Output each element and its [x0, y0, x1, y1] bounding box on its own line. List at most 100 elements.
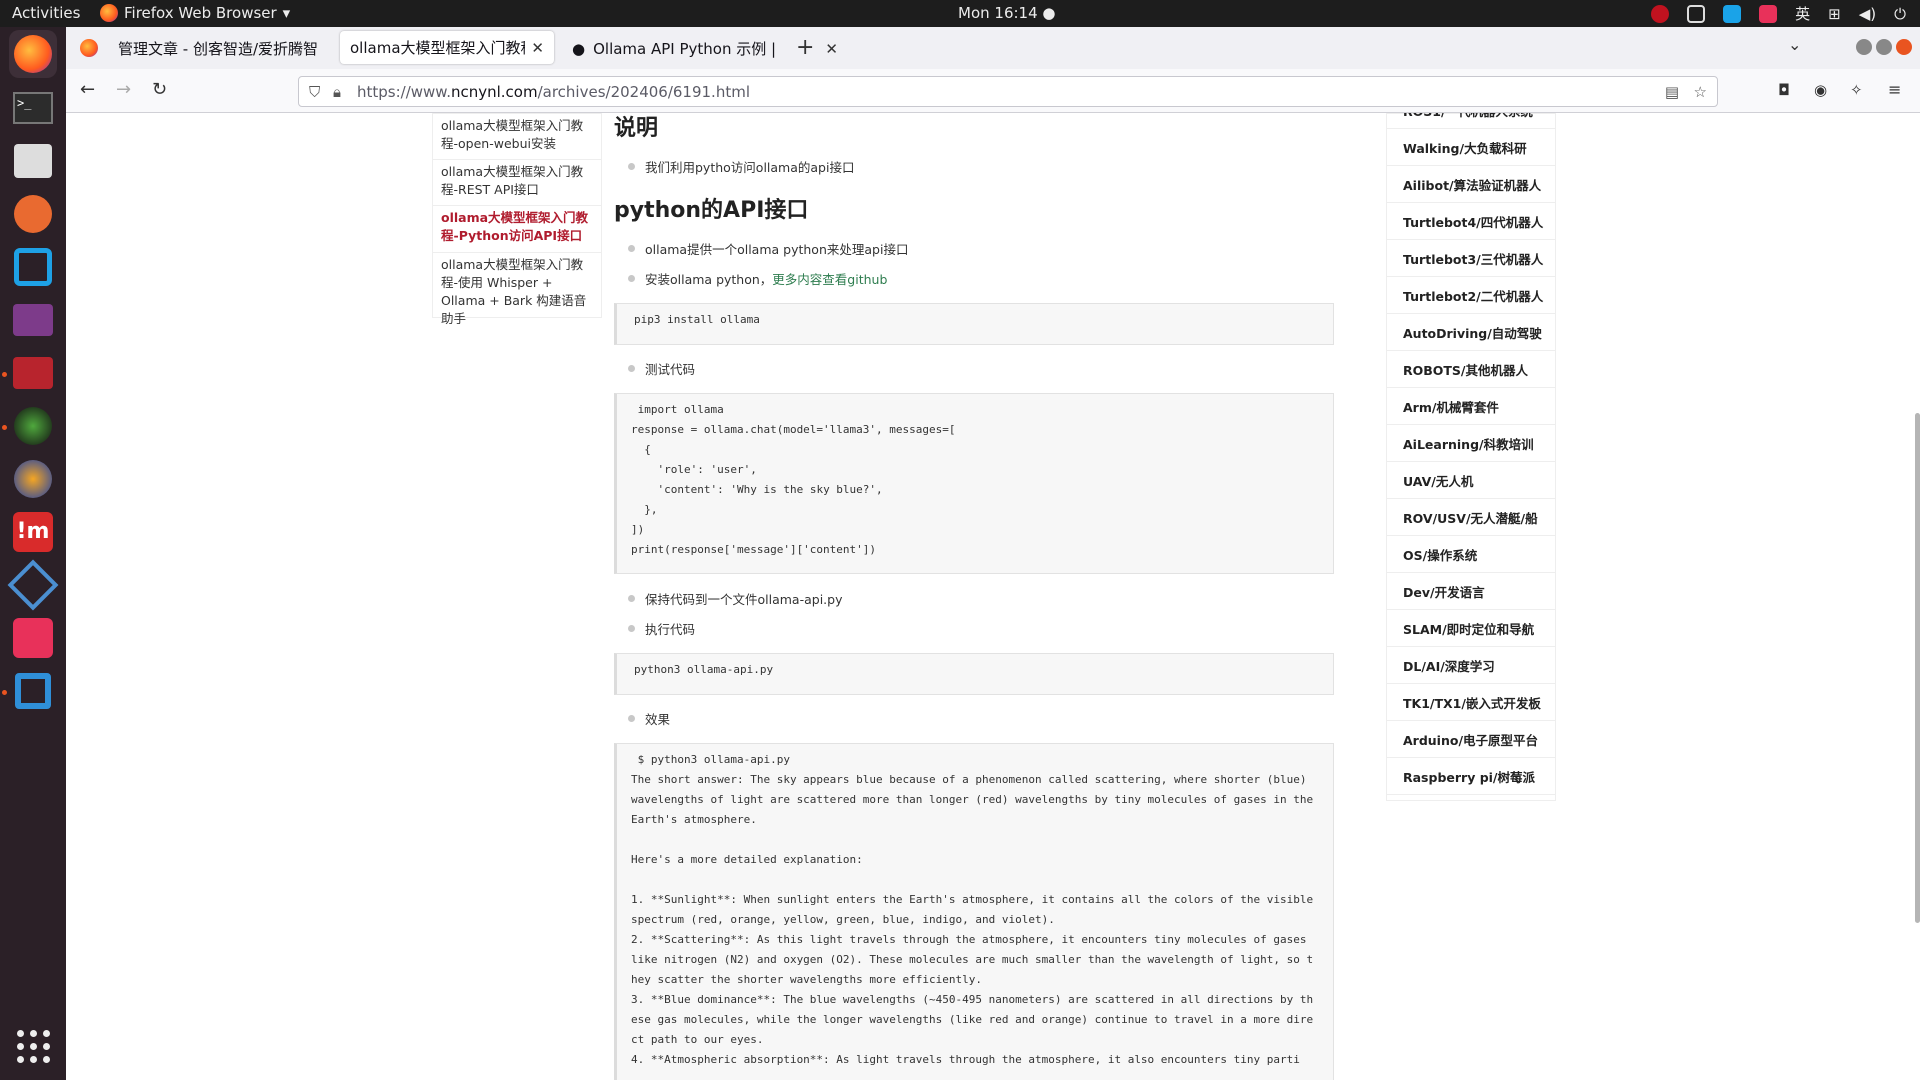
- reload-icon[interactable]: ↻: [152, 79, 167, 100]
- page-scrollbar[interactable]: [1915, 413, 1920, 923]
- calendar-icon[interactable]: [1687, 4, 1706, 23]
- navigation-bar: ← → ↻ ⛉ 🔒︎ https://www.ncnynl.com/archiv…: [66, 69, 1920, 113]
- sidebar-category-link[interactable]: Dev/开发语言: [1403, 582, 1485, 601]
- code-line: },: [631, 503, 658, 516]
- divider: [1387, 387, 1555, 388]
- sidebar-category-link[interactable]: SLAM/即时定位和导航: [1403, 619, 1534, 638]
- list-tabs-icon[interactable]: ⌄: [1788, 35, 1801, 54]
- sidebar-category-link[interactable]: Arduino/电子原型平台: [1403, 730, 1538, 749]
- code-line: 'content': 'Why is the sky blue?',: [631, 483, 883, 496]
- activities-button[interactable]: Activities: [12, 4, 80, 22]
- sidebar-category-link[interactable]: Turtlebot4/四代机器人: [1403, 212, 1543, 231]
- media-app-icon[interactable]: [9, 349, 57, 397]
- messenger-icon[interactable]: [1723, 4, 1742, 23]
- toc-item-current[interactable]: ollama大模型框架入门教程-Python访问API接口: [433, 206, 601, 253]
- tab-bar: 管理文章 - 创客智造/爱折腾智 ✕ ollama大模型框架入门教程-P ✕ ●…: [66, 27, 1920, 69]
- menu-icon[interactable]: ≡: [1888, 80, 1901, 99]
- sidebar-category-link[interactable]: Raspberry pi/树莓派: [1403, 767, 1535, 786]
- pocket-icon[interactable]: ◘: [1778, 81, 1790, 99]
- bullet-icon: [628, 595, 635, 602]
- url-bar[interactable]: ⛉ 🔒︎ https://www.ncnynl.com/archives/202…: [298, 76, 1718, 107]
- sidebar-category-link[interactable]: Arm/机械臂套件: [1403, 397, 1499, 416]
- sidebar-category-link[interactable]: Turtlebot3/三代机器人: [1403, 249, 1543, 268]
- list-item: 效果: [628, 709, 670, 728]
- shield-icon[interactable]: ⛉: [309, 83, 320, 101]
- input-method[interactable]: 英: [1795, 3, 1810, 24]
- tab-title: ollama大模型框架入门教程-P: [350, 39, 525, 57]
- video-editor-icon[interactable]: [9, 296, 57, 344]
- divider: [1387, 350, 1555, 351]
- category-sidebar: ROS1/一代机器人系统 Walking/大负载科研 Ailibot/算法验证机器人…: [1386, 113, 1556, 801]
- heading-python-api: python的API接口: [614, 198, 809, 223]
- divider: [1387, 202, 1555, 203]
- toc-item[interactable]: ollama大模型框架入门教程-REST API接口: [433, 160, 601, 206]
- close-window-icon[interactable]: [1896, 39, 1912, 55]
- sidebar-category-link[interactable]: DL/AI/深度学习: [1403, 656, 1495, 675]
- sidebar-category-link[interactable]: ROS1/一代机器人系统: [1403, 113, 1533, 120]
- forward-icon[interactable]: →: [116, 79, 131, 100]
- sidebar-category-link[interactable]: AiLearning/科教培训: [1403, 434, 1534, 453]
- code-line: 3. **Blue dominance**: The blue waveleng…: [631, 993, 1314, 1046]
- url-text: https://www.ncnynl.com/archives/202406/6…: [357, 83, 750, 101]
- tab-ollama-python[interactable]: ollama大模型框架入门教程-P ✕: [340, 31, 554, 64]
- sidebar-category-link[interactable]: OS/操作系统: [1403, 545, 1477, 564]
- web-page: ollama大模型框架入门教程-open-webui安装 ollama大模型框架…: [66, 113, 1920, 1080]
- network-icon[interactable]: ⊞: [1828, 5, 1841, 23]
- power-icon[interactable]: ⏻: [1894, 5, 1906, 23]
- remote-desktop-icon[interactable]: [9, 243, 57, 291]
- close-icon[interactable]: ✕: [531, 39, 544, 57]
- back-icon[interactable]: ←: [80, 79, 95, 100]
- list-item: 测试代码: [628, 359, 695, 378]
- article-toc: ollama大模型框架入门教程-open-webui安装 ollama大模型框架…: [432, 113, 602, 326]
- sidebar-category-link[interactable]: TK1/TX1/嵌入式开发板: [1403, 693, 1541, 712]
- show-apps-icon[interactable]: [17, 1030, 50, 1063]
- bullet-icon: [628, 625, 635, 632]
- code-line: ]): [631, 523, 645, 536]
- bookmark-star-icon[interactable]: ☆: [1694, 83, 1707, 101]
- audacity-icon[interactable]: [9, 455, 57, 503]
- sidebar-category-link[interactable]: AutoDriving/自动驾驶: [1403, 323, 1542, 342]
- code-line: pip3 install ollama: [634, 313, 760, 326]
- toc-item[interactable]: ollama大模型框架入门教程-open-webui安装: [433, 114, 601, 160]
- sidebar-category-link[interactable]: UAV/无人机: [1403, 471, 1473, 490]
- list-item: 保持代码到一个文件ollama-api.py: [628, 589, 842, 608]
- files-icon[interactable]: [9, 137, 57, 185]
- vscode-icon[interactable]: [9, 667, 57, 715]
- new-tab-icon[interactable]: +: [796, 35, 814, 60]
- minimize-icon[interactable]: [1856, 39, 1872, 55]
- extensions-icon[interactable]: ✧: [1850, 81, 1863, 99]
- account-icon[interactable]: ◉: [1814, 81, 1827, 99]
- virtualbox-icon[interactable]: [7, 559, 59, 611]
- clock[interactable]: Mon 16:14 ●: [958, 4, 1055, 22]
- firefox-dock-icon[interactable]: [9, 30, 57, 78]
- app-menu[interactable]: Firefox Web Browser ▾: [100, 4, 290, 22]
- flag-app-icon[interactable]: [1759, 4, 1778, 23]
- list-item: ollama提供一个ollama python来处理api接口: [628, 239, 908, 258]
- sidebar-category-link[interactable]: ROV/USV/无人潜艇/船: [1403, 508, 1538, 527]
- running-indicator: [2, 372, 7, 377]
- sidebar-category-link[interactable]: Ailibot/算法验证机器人: [1403, 175, 1541, 194]
- github-link[interactable]: 更多内容查看github: [772, 269, 887, 288]
- bullet-icon: [628, 245, 635, 252]
- reader-view-icon[interactable]: ▤: [1665, 83, 1679, 101]
- flag-dock-icon[interactable]: [9, 614, 57, 662]
- volume-icon[interactable]: ◀): [1859, 5, 1876, 23]
- divider: [1387, 424, 1555, 425]
- sidebar-category-link[interactable]: Walking/大负载科研: [1403, 138, 1527, 157]
- code-line: python3 ollama-api.py: [634, 663, 774, 676]
- sidebar-category-link[interactable]: ROBOTS/其他机器人: [1403, 360, 1528, 379]
- close-icon[interactable]: ✕: [825, 40, 838, 58]
- firefox-view-icon[interactable]: [80, 39, 98, 57]
- lock-icon[interactable]: 🔒︎: [333, 83, 341, 101]
- record-icon[interactable]: [1651, 4, 1670, 23]
- impress-icon[interactable]: !m: [9, 508, 57, 556]
- code-line: 2. **Scattering**: As this light travels…: [631, 933, 1314, 986]
- list-item: 我们利用pytho访问ollama的api接口: [628, 157, 854, 176]
- sidebar-category-link[interactable]: Turtlebot2/二代机器人: [1403, 286, 1543, 305]
- settings-tools-icon[interactable]: [9, 190, 57, 238]
- camera-app-icon[interactable]: [9, 402, 57, 450]
- toc-item[interactable]: ollama大模型框架入门教程-使用 Whisper + Ollama + Ba…: [433, 253, 601, 326]
- maximize-icon[interactable]: [1876, 39, 1892, 55]
- terminal-icon[interactable]: >_: [9, 84, 57, 132]
